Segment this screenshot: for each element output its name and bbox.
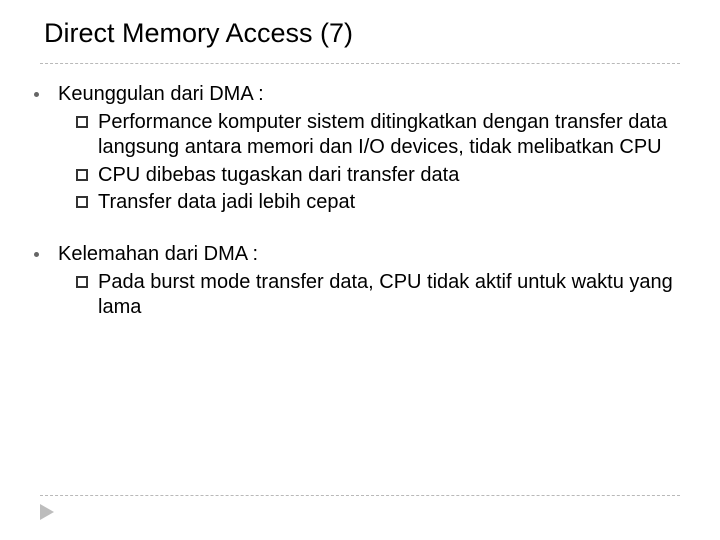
sub-list: Performance komputer sistem ditingkatkan…: [76, 110, 680, 216]
list-item: Transfer data jadi lebih cepat: [76, 190, 680, 216]
section-heading: Keunggulan dari DMA :: [58, 82, 680, 108]
content-area: Keunggulan dari DMA : Performance komput…: [40, 82, 680, 321]
footer-arrow-icon: [40, 504, 60, 520]
slide-title: Direct Memory Access (7): [44, 18, 680, 49]
slide-container: Direct Memory Access (7) Keunggulan dari…: [0, 0, 720, 321]
dot-bullet-icon: [34, 252, 39, 257]
section-heading: Kelemahan dari DMA :: [58, 242, 680, 268]
dot-bullet-icon: [34, 92, 39, 97]
list-item: CPU dibebas tugaskan dari transfer data: [76, 163, 680, 189]
list-item-text: Transfer data jadi lebih cepat: [98, 191, 355, 213]
section-advantages: Keunggulan dari DMA : Performance komput…: [40, 82, 680, 216]
sub-list: Pada burst mode transfer data, CPU tidak…: [76, 270, 680, 321]
list-item: Pada burst mode transfer data, CPU tidak…: [76, 270, 680, 321]
list-item: Performance komputer sistem ditingkatkan…: [76, 110, 680, 161]
square-bullet-icon: [76, 116, 88, 128]
square-bullet-icon: [76, 196, 88, 208]
square-bullet-icon: [76, 276, 88, 288]
list-item-text: Pada burst mode transfer data, CPU tidak…: [98, 271, 673, 319]
section-disadvantages: Kelemahan dari DMA : Pada burst mode tra…: [40, 242, 680, 321]
list-item-text: CPU dibebas tugaskan dari transfer data: [98, 164, 459, 186]
title-divider: [40, 63, 680, 64]
list-item-text: Performance komputer sistem ditingkatkan…: [98, 111, 667, 159]
footer-divider: [40, 495, 680, 496]
square-bullet-icon: [76, 169, 88, 181]
